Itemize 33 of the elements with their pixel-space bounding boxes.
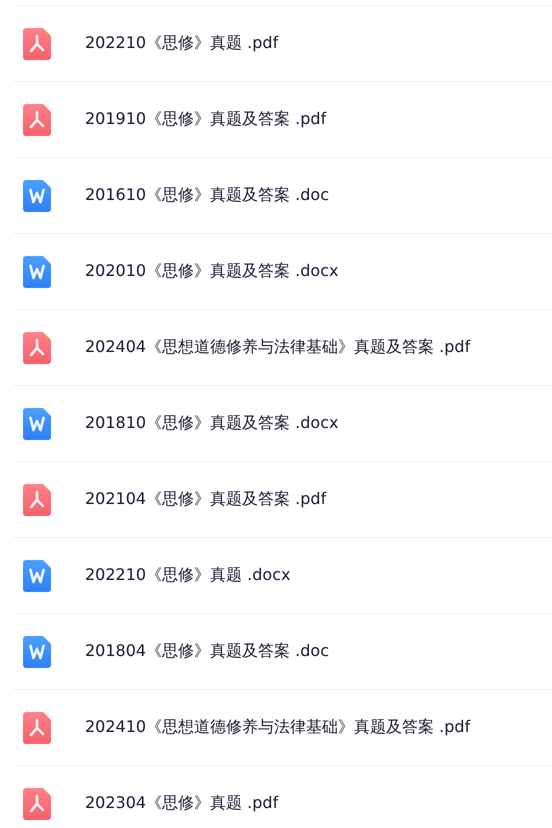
pdf-file-icon (23, 788, 51, 820)
word-file-icon (23, 560, 51, 592)
word-file-icon (23, 408, 51, 440)
pdf-file-icon (23, 28, 51, 60)
file-item[interactable]: 202104《思修》真题及答案 .pdf (13, 461, 552, 537)
file-name: 201910《思修》真题及答案 .pdf (85, 109, 326, 130)
file-name: 202210《思修》真题 .docx (85, 565, 290, 586)
word-file-icon (23, 636, 51, 668)
file-name: 202104《思修》真题及答案 .pdf (85, 489, 326, 510)
pdf-file-icon (23, 484, 51, 516)
pdf-file-icon (23, 104, 51, 136)
file-name: 201804《思修》真题及答案 .doc (85, 641, 329, 662)
file-name: 202210《思修》真题 .pdf (85, 33, 278, 54)
pdf-file-icon (23, 332, 51, 364)
file-item[interactable]: 202304《思修》真题 .pdf (13, 765, 552, 828)
file-name: 202404《思想道德修养与法律基础》真题及答案 .pdf (85, 337, 470, 358)
file-item[interactable]: 201810《思修》真题及答案 .docx (13, 385, 552, 461)
file-item[interactable]: 202404《思想道德修养与法律基础》真题及答案 .pdf (13, 309, 552, 385)
word-file-icon (23, 180, 51, 212)
file-item[interactable]: 202010《思修》真题及答案 .docx (13, 233, 552, 309)
file-name: 202010《思修》真题及答案 .docx (85, 261, 338, 282)
file-name: 201610《思修》真题及答案 .doc (85, 185, 329, 206)
file-item[interactable]: 201804《思修》真题及答案 .doc (13, 613, 552, 689)
file-item[interactable]: 201910《思修》真题及答案 .pdf (13, 81, 552, 157)
word-file-icon (23, 256, 51, 288)
pdf-file-icon (23, 712, 51, 744)
file-name: 201810《思修》真题及答案 .docx (85, 413, 338, 434)
file-item[interactable]: 202410《思想道德修养与法律基础》真题及答案 .pdf (13, 689, 552, 765)
file-name: 202410《思想道德修养与法律基础》真题及答案 .pdf (85, 717, 470, 738)
file-name: 202304《思修》真题 .pdf (85, 793, 278, 814)
file-item[interactable]: 202210《思修》真题 .docx (13, 537, 552, 613)
file-item[interactable]: 201610《思修》真题及答案 .doc (13, 157, 552, 233)
file-item[interactable]: 202210《思修》真题 .pdf (13, 5, 552, 81)
